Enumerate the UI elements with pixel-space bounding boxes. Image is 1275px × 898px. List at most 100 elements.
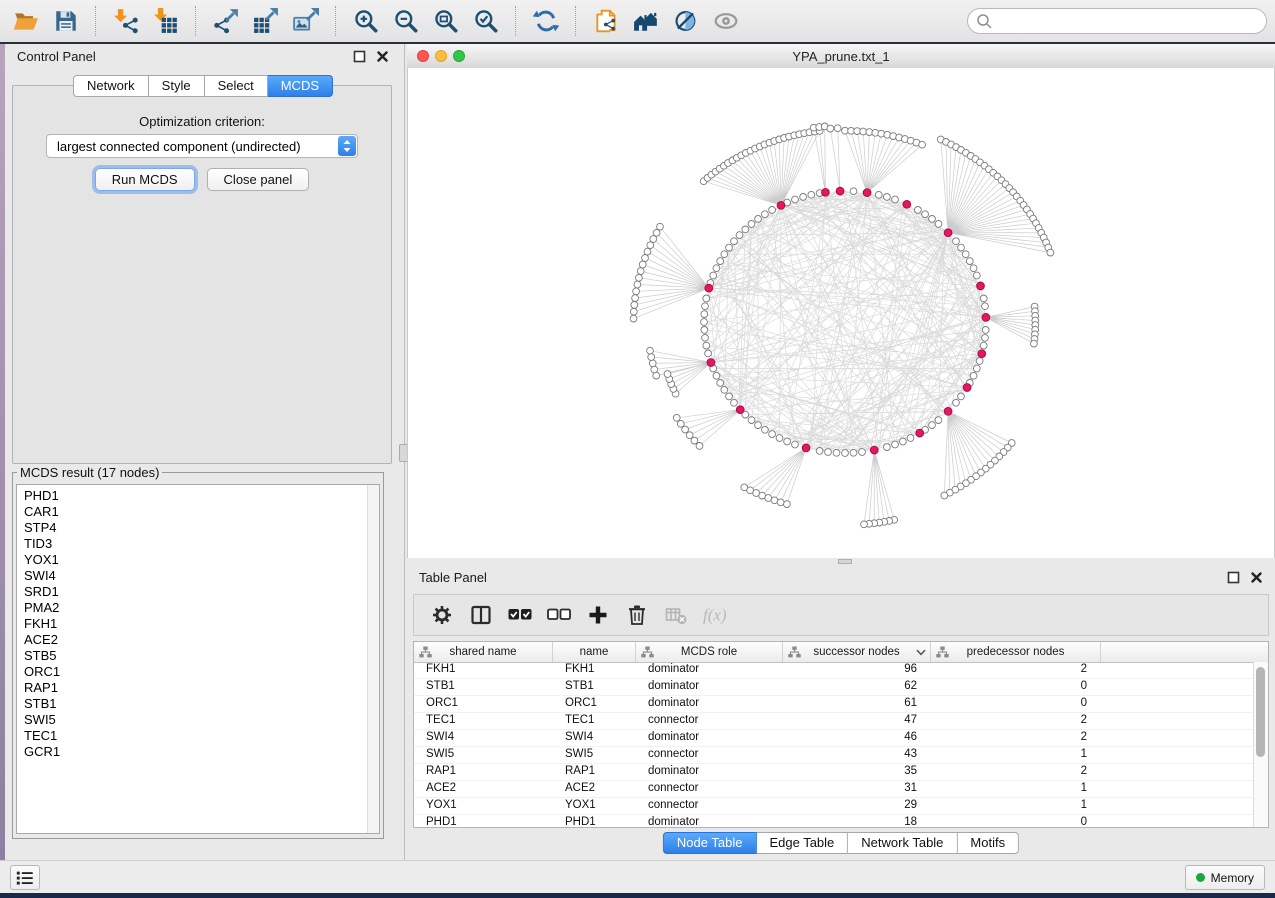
mcds-result-item[interactable]: YOX1 xyxy=(24,552,379,568)
mcds-result-item[interactable]: SWI5 xyxy=(24,712,379,728)
mcds-result-item[interactable]: STB1 xyxy=(24,696,379,712)
tab-style[interactable]: Style xyxy=(149,75,205,97)
table-row[interactable]: TEC1TEC1connector472 xyxy=(414,713,1254,730)
table-row[interactable]: FKH1FKH1dominator962 xyxy=(414,662,1254,679)
close-panel-icon-button[interactable] xyxy=(376,50,389,63)
mcds-result-item[interactable]: STB5 xyxy=(24,648,379,664)
new-network-from-selection-button[interactable] xyxy=(586,3,626,39)
mcds-hub-node[interactable] xyxy=(982,314,990,322)
network-canvas[interactable] xyxy=(407,68,1275,558)
mcds-hub-node[interactable] xyxy=(870,446,878,454)
mcds-hub-node[interactable] xyxy=(822,188,830,196)
tab-network[interactable]: Network xyxy=(73,75,149,97)
tab-network-table[interactable]: Network Table xyxy=(848,832,957,854)
mcds-hub-node[interactable] xyxy=(863,189,871,197)
deselect-all-rows-button[interactable] xyxy=(543,598,575,632)
column-header-name[interactable]: name xyxy=(553,642,636,662)
mcds-result-item[interactable]: PMA2 xyxy=(24,600,379,616)
cell-name: TEC1 xyxy=(553,713,636,729)
mcds-result-item[interactable]: GCR1 xyxy=(24,744,379,760)
mcds-hub-node[interactable] xyxy=(777,201,785,209)
table-row[interactable]: SWI5SWI5connector431 xyxy=(414,747,1254,764)
mcds-result-item[interactable]: RAP1 xyxy=(24,680,379,696)
delete-column-button[interactable] xyxy=(621,598,653,632)
table-settings-button[interactable] xyxy=(426,598,458,632)
tab-select[interactable]: Select xyxy=(205,75,268,97)
open-session-button[interactable] xyxy=(6,3,46,39)
tab-motifs[interactable]: Motifs xyxy=(957,832,1019,854)
float-panel-button[interactable] xyxy=(353,50,366,63)
mcds-result-item[interactable]: TID3 xyxy=(24,536,379,552)
table-scrollbar-thumb[interactable] xyxy=(1256,667,1265,757)
export-image-button[interactable] xyxy=(286,3,326,39)
mcds-result-item[interactable]: PHD1 xyxy=(24,488,379,504)
search-input[interactable] xyxy=(998,10,1262,34)
close-table-panel-button[interactable] xyxy=(1250,571,1263,584)
table-row[interactable]: PHD1PHD1dominator180 xyxy=(414,815,1254,827)
horizontal-splitter-handle[interactable] xyxy=(838,559,852,564)
table-row[interactable]: STB1STB1dominator620 xyxy=(414,679,1254,696)
mcds-hub-node[interactable] xyxy=(977,282,985,290)
mcds-result-item[interactable]: FKH1 xyxy=(24,616,379,632)
column-header-mcds-role[interactable]: MCDS role xyxy=(636,642,783,662)
float-table-panel-button[interactable] xyxy=(1227,571,1240,584)
zoom-in-button[interactable] xyxy=(346,3,386,39)
mcds-hub-node[interactable] xyxy=(916,429,924,437)
column-header-predecessor-nodes[interactable]: predecessor nodes xyxy=(931,642,1101,662)
nested-networks-button[interactable] xyxy=(626,3,666,39)
mcds-result-list[interactable]: PHD1CAR1STP4TID3YOX1SWI4SRD1PMA2FKH1ACE2… xyxy=(16,484,380,834)
task-history-button[interactable] xyxy=(10,865,40,890)
mcds-hub-node[interactable] xyxy=(903,200,911,208)
tab-node-table[interactable]: Node Table xyxy=(663,832,757,854)
mcds-hub-node[interactable] xyxy=(836,187,844,195)
mcds-hub-node[interactable] xyxy=(802,444,810,452)
mcds-result-item[interactable]: CAR1 xyxy=(24,504,379,520)
mcds-hub-node[interactable] xyxy=(707,359,715,367)
cell-mcds-role: connector xyxy=(636,747,783,763)
export-network-button[interactable] xyxy=(206,3,246,39)
table-row[interactable]: ACE2ACE2connector311 xyxy=(414,781,1254,798)
mcds-result-item[interactable]: STP4 xyxy=(24,520,379,536)
zoom-out-button[interactable] xyxy=(386,3,426,39)
graphics-details-button[interactable] xyxy=(666,3,706,39)
table-row[interactable]: YOX1YOX1connector291 xyxy=(414,798,1254,815)
mcds-hub-node[interactable] xyxy=(736,406,744,414)
memory-button[interactable]: Memory xyxy=(1185,865,1265,890)
mcds-result-item[interactable]: TEC1 xyxy=(24,728,379,744)
mcds-hub-node[interactable] xyxy=(705,284,713,292)
mcds-result-item[interactable]: SRD1 xyxy=(24,584,379,600)
mcds-result-scrollbar[interactable] xyxy=(367,485,379,833)
mcds-hub-node[interactable] xyxy=(963,384,971,392)
table-row[interactable]: ORC1ORC1dominator610 xyxy=(414,696,1254,713)
add-column-button[interactable] xyxy=(582,598,614,632)
export-table-button[interactable] xyxy=(246,3,286,39)
table-scrollbar[interactable] xyxy=(1253,662,1268,827)
table-row[interactable]: SWI4SWI4dominator462 xyxy=(414,730,1254,747)
column-header-successor-nodes[interactable]: successor nodes xyxy=(783,642,931,662)
table-row[interactable]: RAP1RAP1dominator352 xyxy=(414,764,1254,781)
tab-mcds[interactable]: MCDS xyxy=(268,75,333,97)
save-session-button[interactable] xyxy=(46,3,86,39)
refresh-layout-button[interactable] xyxy=(526,3,566,39)
mcds-hub-node[interactable] xyxy=(944,407,952,415)
show-hide-button[interactable] xyxy=(706,3,746,39)
zoom-fit-button[interactable] xyxy=(426,3,466,39)
zoom-selected-button[interactable] xyxy=(466,3,506,39)
import-table-button[interactable] xyxy=(146,3,186,39)
column-visibility-button[interactable] xyxy=(465,598,497,632)
mcds-result-item[interactable]: ACE2 xyxy=(24,632,379,648)
optimization-criterion-select[interactable]: largest connected component (undirected) xyxy=(46,134,358,158)
select-all-rows-button[interactable] xyxy=(504,598,536,632)
import-network-button[interactable] xyxy=(106,3,146,39)
sort-desc-icon[interactable] xyxy=(916,649,926,656)
cell-predecessor-nodes: 0 xyxy=(931,696,1101,712)
mcds-hub-node[interactable] xyxy=(944,229,952,237)
mcds-result-item[interactable]: ORC1 xyxy=(24,664,379,680)
mcds-result-item[interactable]: SWI4 xyxy=(24,568,379,584)
run-mcds-button[interactable]: Run MCDS xyxy=(95,168,195,191)
tab-edge-table[interactable]: Edge Table xyxy=(756,832,848,854)
network-nodes[interactable] xyxy=(630,123,1054,528)
close-panel-button[interactable]: Close panel xyxy=(207,168,310,191)
mcds-hub-node[interactable] xyxy=(978,350,986,358)
column-header-shared-name[interactable]: shared name xyxy=(414,642,553,662)
